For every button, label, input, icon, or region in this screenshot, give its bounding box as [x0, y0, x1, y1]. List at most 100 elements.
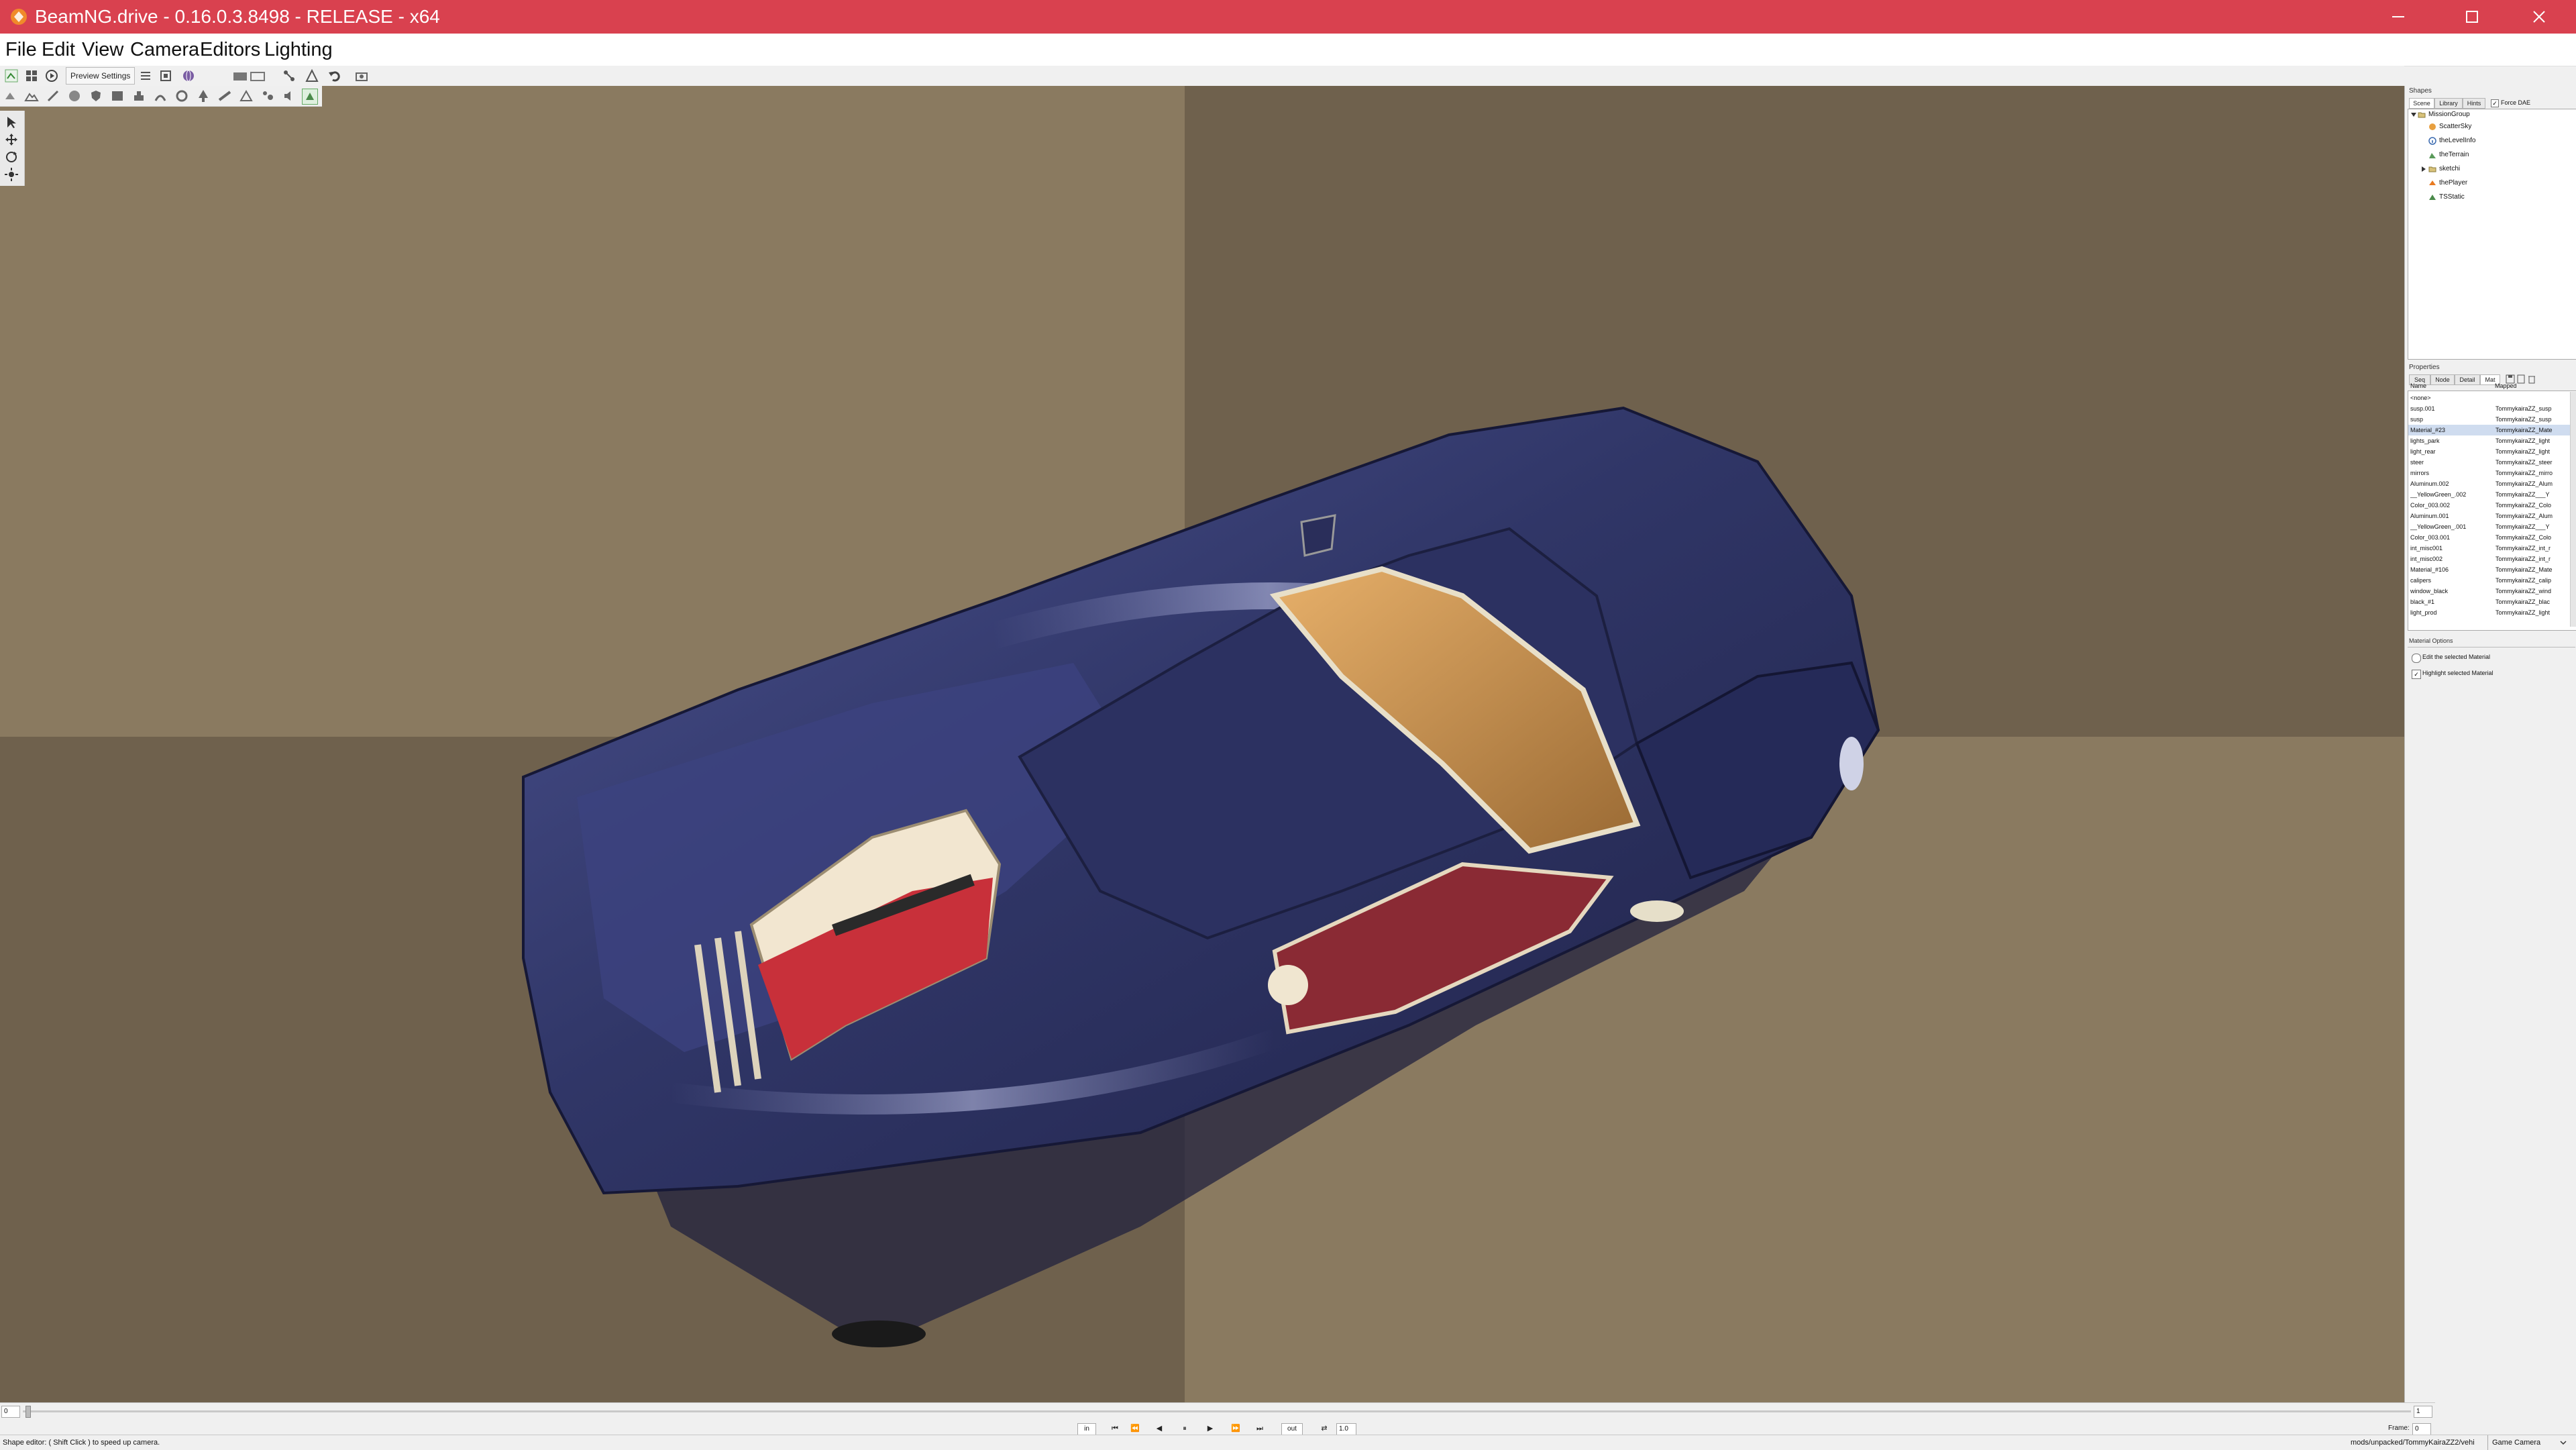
- play-forward-icon[interactable]: ▶: [1205, 1423, 1216, 1434]
- collapse-arrow-icon[interactable]: [2422, 166, 2426, 172]
- menu-editors[interactable]: Editors: [200, 34, 260, 66]
- road-icon[interactable]: [131, 89, 146, 103]
- in-point-button[interactable]: in: [1077, 1423, 1096, 1435]
- tab-hints[interactable]: Hints: [2463, 98, 2485, 109]
- material-list-scrollbar[interactable]: [2570, 392, 2576, 627]
- material-row[interactable]: int_misc001 TommykairaZZ_int_r: [2408, 543, 2571, 554]
- material-row[interactable]: susp.001 TommykairaZZ_susp: [2408, 403, 2571, 414]
- node-icon[interactable]: [282, 68, 297, 83]
- speed-field[interactable]: 1.0: [1336, 1423, 1356, 1435]
- camera-select[interactable]: Game Camera: [2487, 1435, 2540, 1450]
- step-back-icon[interactable]: ⏪: [1130, 1423, 1140, 1434]
- delete-icon[interactable]: [2527, 374, 2536, 384]
- material-row[interactable]: light_rear TommykairaZZ_light: [2408, 446, 2571, 457]
- material-row[interactable]: steer TommykairaZZ_steer: [2408, 457, 2571, 468]
- material-row[interactable]: Color_003.002 TommykairaZZ_Colo: [2408, 500, 2571, 511]
- close-button[interactable]: [2502, 0, 2576, 34]
- car-model[interactable]: [0, 86, 2404, 1402]
- tree-item-tsstatic[interactable]: TSStatic: [2439, 193, 2465, 202]
- skip-to-end-icon[interactable]: ⏭: [1254, 1423, 1265, 1434]
- shield-icon[interactable]: [89, 89, 103, 103]
- timeline-start-field[interactable]: 0: [1, 1406, 20, 1418]
- decal-icon[interactable]: [174, 89, 189, 103]
- edit-material-button[interactable]: [2412, 654, 2421, 663]
- paint-icon[interactable]: [46, 89, 60, 103]
- speed-icon[interactable]: ⇄: [1319, 1423, 1330, 1434]
- river-icon[interactable]: [153, 89, 168, 103]
- column-header-name[interactable]: Name: [2410, 382, 2426, 389]
- expand-arrow-icon[interactable]: [2411, 112, 2416, 117]
- timeline-slider-track[interactable]: [23, 1410, 2411, 1412]
- navmesh-icon[interactable]: [239, 89, 254, 103]
- play-game-icon[interactable]: [44, 68, 59, 83]
- material-row[interactable]: window_black TommykairaZZ_wind: [2408, 586, 2571, 597]
- particle-icon[interactable]: [260, 89, 275, 103]
- material-row[interactable]: susp TommykairaZZ_susp: [2408, 414, 2571, 425]
- play-backward-icon[interactable]: ◀: [1154, 1423, 1165, 1434]
- tree-item-thelevelinfo[interactable]: theLevelInfo: [2439, 136, 2476, 146]
- title-bar[interactable]: BeamNG.drive - 0.16.0.3.8498 - RELEASE -…: [0, 0, 2576, 34]
- image-icon[interactable]: [110, 89, 125, 103]
- tree-item-theterrain[interactable]: theTerrain: [2439, 150, 2469, 160]
- tree-item-scattersky[interactable]: ScatterSky: [2439, 122, 2471, 132]
- force-dae-checkbox[interactable]: ✓: [2491, 99, 2499, 107]
- object-mode-icon[interactable]: [3, 89, 17, 103]
- material-row[interactable]: Material_#23 TommykairaZZ_Mate: [2408, 425, 2571, 435]
- pivot-icon[interactable]: [305, 68, 319, 83]
- maximize-button[interactable]: [2435, 0, 2509, 34]
- tab-detail[interactable]: Detail: [2455, 374, 2480, 385]
- material-list[interactable]: <none> susp.001 TommykairaZZ_susp susp Tommy…: [2408, 391, 2576, 631]
- chevron-down-icon[interactable]: [2560, 1439, 2567, 1446]
- material-row[interactable]: Color_003.001 TommykairaZZ_Colo: [2408, 532, 2571, 543]
- world-editor-icon[interactable]: [4, 68, 19, 83]
- material-row[interactable]: calipers TommykairaZZ_calip: [2408, 575, 2571, 586]
- sun-icon[interactable]: [4, 167, 19, 182]
- move-icon[interactable]: [4, 132, 19, 147]
- menu-view[interactable]: View: [82, 34, 123, 66]
- timeline-end-field[interactable]: 1: [2414, 1406, 2432, 1418]
- menu-edit[interactable]: Edit: [42, 34, 75, 66]
- material-row[interactable]: light_prod TommykairaZZ_light: [2408, 607, 2571, 618]
- new-material-icon[interactable]: [2516, 374, 2526, 384]
- list-icon[interactable]: [138, 68, 153, 83]
- grid-icon[interactable]: [24, 68, 39, 83]
- material-row[interactable]: lights_park TommykairaZZ_light: [2408, 435, 2571, 446]
- terrain-mode-icon[interactable]: [24, 89, 39, 103]
- sphere-icon[interactable]: [67, 89, 82, 103]
- menu-file[interactable]: File: [5, 34, 37, 66]
- scene-tree[interactable]: MissionGroup ScatterSky theLevelInfo the…: [2408, 109, 2576, 360]
- material-row[interactable]: mirrors TommykairaZZ_mirro: [2408, 468, 2571, 478]
- pause-icon[interactable]: ⏸: [1179, 1423, 1190, 1434]
- select-arrow-icon[interactable]: [4, 115, 19, 130]
- tab-scene[interactable]: Scene: [2409, 98, 2434, 109]
- frame-field[interactable]: 0: [2412, 1423, 2431, 1435]
- material-row[interactable]: __YellowGreen_.002 TommykairaZZ___Y: [2408, 489, 2571, 500]
- menu-camera[interactable]: Camera: [130, 34, 199, 66]
- highlight-material-checkbox[interactable]: ✓: [2412, 670, 2421, 679]
- forest-icon[interactable]: [196, 89, 211, 103]
- out-point-button[interactable]: out: [1281, 1423, 1303, 1435]
- material-row[interactable]: Aluminum.001 TommykairaZZ_Alum: [2408, 511, 2571, 521]
- step-forward-icon[interactable]: ⏩: [1230, 1423, 1241, 1434]
- material-row[interactable]: black_#1 TommykairaZZ_blac: [2408, 597, 2571, 607]
- tree-item-theplayer[interactable]: thePlayer: [2439, 178, 2467, 188]
- camera-speed-icon[interactable]: [232, 68, 270, 83]
- column-header-mapped[interactable]: Mapped: [2495, 382, 2517, 389]
- minimize-button[interactable]: [2361, 0, 2435, 34]
- shape-editor-icon[interactable]: [302, 89, 318, 105]
- snap-icon[interactable]: [158, 68, 173, 83]
- tab-node[interactable]: Node: [2430, 374, 2455, 385]
- globe-icon[interactable]: [181, 68, 196, 83]
- sfx-icon[interactable]: [282, 89, 297, 103]
- material-row[interactable]: int_misc002 TommykairaZZ_int_r: [2408, 554, 2571, 564]
- menu-lighting[interactable]: Lighting: [264, 34, 333, 66]
- material-row[interactable]: Material_#106 TommykairaZZ_Mate: [2408, 564, 2571, 575]
- camera-icon[interactable]: [354, 68, 369, 83]
- undo-icon[interactable]: [327, 68, 342, 83]
- material-row[interactable]: __YellowGreen_.001 TommykairaZZ___Y: [2408, 521, 2571, 532]
- skip-to-start-icon[interactable]: ⏮: [1110, 1423, 1120, 1434]
- material-row[interactable]: Aluminum.002 TommykairaZZ_Alum: [2408, 478, 2571, 489]
- material-row[interactable]: <none>: [2408, 393, 2571, 403]
- rotate-icon[interactable]: [4, 150, 19, 164]
- tree-item-missiongroup[interactable]: MissionGroup: [2428, 110, 2470, 119]
